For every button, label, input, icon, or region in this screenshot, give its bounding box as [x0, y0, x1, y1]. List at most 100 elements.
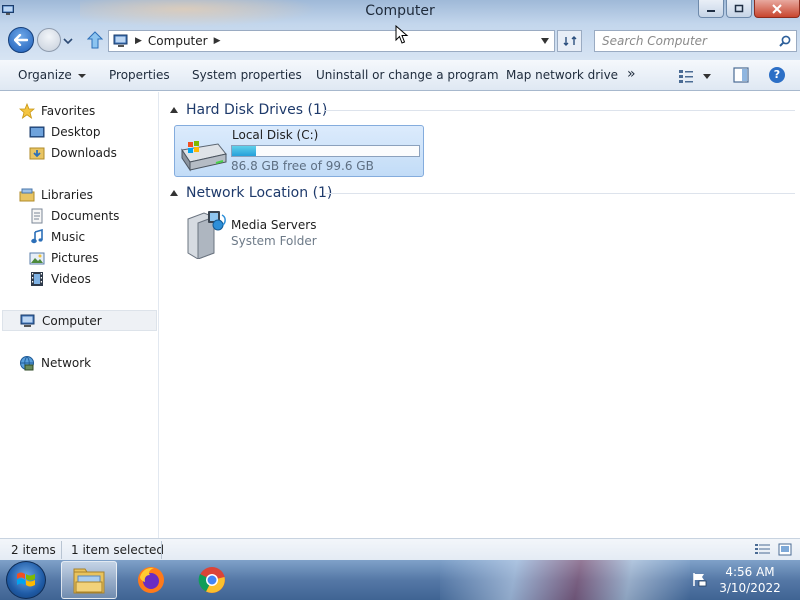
preview-pane-icon[interactable] [733, 67, 749, 83]
address-bar[interactable]: ▶ Computer ▶ [108, 30, 555, 52]
hard-drive-icon [181, 141, 227, 172]
search-input[interactable] [595, 31, 765, 51]
search-box[interactable] [594, 30, 797, 52]
nav-desktop[interactable]: Desktop [29, 121, 101, 142]
status-divider [161, 541, 162, 559]
start-button[interactable] [6, 561, 46, 599]
minimize-icon [707, 9, 715, 12]
computer-icon [20, 314, 35, 327]
downloads-folder-icon [29, 147, 45, 159]
window-title: Computer [365, 3, 435, 19]
nav-network[interactable]: Network [19, 352, 91, 373]
selection-count: 1 item selected [71, 543, 165, 557]
mouse-cursor-icon [395, 25, 409, 44]
window-controls [698, 0, 800, 20]
collapse-icon[interactable] [170, 190, 178, 196]
taskbar-clock[interactable]: 4:56 AM 3/10/2022 [716, 564, 784, 596]
up-arrow-icon[interactable] [87, 31, 103, 49]
nav-videos-label: Videos [51, 271, 91, 286]
more-commands-button[interactable]: » [627, 66, 636, 82]
taskbar-chrome[interactable] [184, 561, 240, 599]
large-icons-view-icon[interactable] [778, 543, 792, 556]
drive-usage-fill [232, 146, 257, 156]
refresh-button[interactable] [557, 30, 582, 52]
system-properties-button[interactable]: System properties [192, 68, 302, 82]
nav-documents[interactable]: Documents [29, 205, 119, 226]
breadcrumb-separator-icon[interactable]: ▶ [135, 36, 142, 46]
navigation-pane: Favorites Desktop Downloads Libraries Do… [0, 92, 159, 538]
clock-time: 4:56 AM [725, 565, 775, 579]
drive-name: Local Disk (C:) [232, 128, 319, 142]
group-divider [325, 193, 795, 194]
back-button[interactable] [8, 27, 34, 53]
organize-button[interactable]: Organize [18, 68, 86, 82]
forward-button[interactable] [37, 28, 61, 52]
change-view-icon[interactable] [678, 68, 714, 84]
group-header-network-location[interactable]: Network Location (1) [170, 183, 332, 203]
address-dropdown-icon[interactable] [541, 38, 549, 44]
nav-pictures[interactable]: Pictures [29, 247, 99, 268]
nav-music[interactable]: Music [29, 226, 85, 247]
taskbar-firefox[interactable] [123, 561, 179, 599]
close-icon [772, 3, 782, 14]
back-arrow-icon [14, 34, 28, 46]
nav-libraries-label: Libraries [41, 187, 93, 202]
nav-favorites[interactable]: Favorites [19, 100, 95, 121]
media-servers-type: System Folder [231, 234, 317, 248]
star-icon [19, 102, 35, 119]
properties-button[interactable]: Properties [109, 68, 170, 82]
status-divider [61, 541, 62, 559]
item-count: 2 items [11, 543, 56, 557]
content-area: Hard Disk Drives (1) Local Disk (C:) 86.… [160, 92, 800, 538]
nav-music-label: Music [51, 229, 86, 244]
taskbar [0, 560, 800, 600]
refresh-icon [563, 36, 576, 46]
drive-usage-bar [231, 145, 420, 157]
nav-documents-label: Documents [51, 208, 120, 223]
drive-free-space: 86.8 GB free of 99.6 GB [231, 159, 374, 173]
collapse-icon[interactable] [170, 107, 178, 113]
computer-icon [113, 34, 128, 47]
music-icon [31, 228, 43, 243]
nav-favorites-label: Favorites [41, 103, 96, 118]
drive-local-disk-c[interactable]: Local Disk (C:) 86.8 GB free of 99.6 GB [174, 125, 424, 177]
history-dropdown-icon[interactable] [63, 37, 73, 45]
desktop-icon [29, 126, 45, 137]
search-icon[interactable] [779, 35, 791, 47]
status-bar: 2 items 1 item selected [0, 538, 800, 560]
group-header-hard-disks[interactable]: Hard Disk Drives (1) [170, 100, 327, 120]
nav-videos[interactable]: Videos [29, 268, 91, 289]
network-icon [20, 355, 34, 370]
videos-icon [31, 271, 43, 286]
maximize-button[interactable] [726, 0, 752, 18]
help-icon[interactable]: ? [769, 67, 785, 83]
libraries-icon [19, 188, 35, 201]
documents-icon [31, 208, 43, 223]
minimize-button[interactable] [698, 0, 724, 18]
breadcrumb-computer[interactable]: Computer [148, 34, 208, 48]
chrome-icon [198, 567, 225, 593]
nav-computer[interactable]: Computer [2, 310, 157, 331]
action-center-flag-icon[interactable] [691, 571, 707, 587]
breadcrumb-separator-icon[interactable]: ▶ [214, 36, 221, 46]
nav-network-label: Network [41, 355, 92, 370]
map-network-drive-button[interactable]: Map network drive [506, 68, 618, 82]
pictures-icon [29, 252, 45, 264]
close-button[interactable] [754, 0, 800, 18]
nav-downloads-label: Downloads [51, 145, 117, 160]
file-explorer-icon [73, 568, 105, 594]
taskbar-explorer[interactable] [61, 561, 117, 599]
chevron-down-icon [77, 73, 86, 78]
nav-libraries[interactable]: Libraries [19, 184, 93, 205]
nav-downloads[interactable]: Downloads [29, 142, 117, 163]
uninstall-program-button[interactable]: Uninstall or change a program [316, 68, 499, 82]
firefox-icon [138, 567, 164, 593]
media-servers-name: Media Servers [231, 218, 317, 232]
wallpaper-peek [440, 560, 690, 600]
group-divider [325, 110, 795, 111]
group-title-hard-disks: Hard Disk Drives (1) [186, 102, 328, 118]
organize-label: Organize [18, 68, 72, 82]
media-server-icon[interactable] [182, 209, 228, 259]
nav-computer-label: Computer [42, 313, 102, 328]
details-view-icon[interactable] [755, 543, 770, 556]
